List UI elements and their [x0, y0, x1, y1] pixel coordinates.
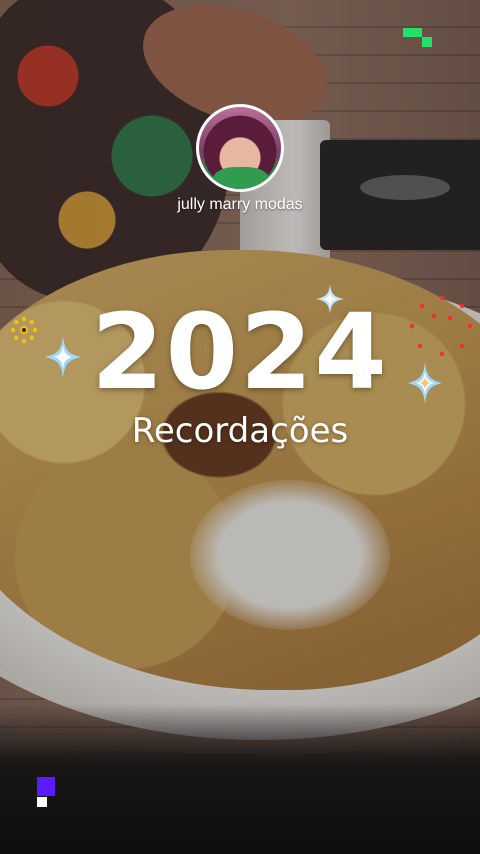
purple-pixel-icon — [36, 777, 56, 809]
recap-subtitle: Recordações — [131, 411, 349, 451]
green-pixel-icon — [403, 28, 432, 47]
username-label[interactable]: jully marry modas — [0, 196, 480, 214]
recap-year-title: 2024 — [91, 291, 389, 413]
profile-photo-icon — [213, 167, 269, 189]
story-viewer[interactable]: jully marry modas 2024 Recordações — [0, 0, 480, 854]
avatar[interactable] — [196, 104, 284, 192]
